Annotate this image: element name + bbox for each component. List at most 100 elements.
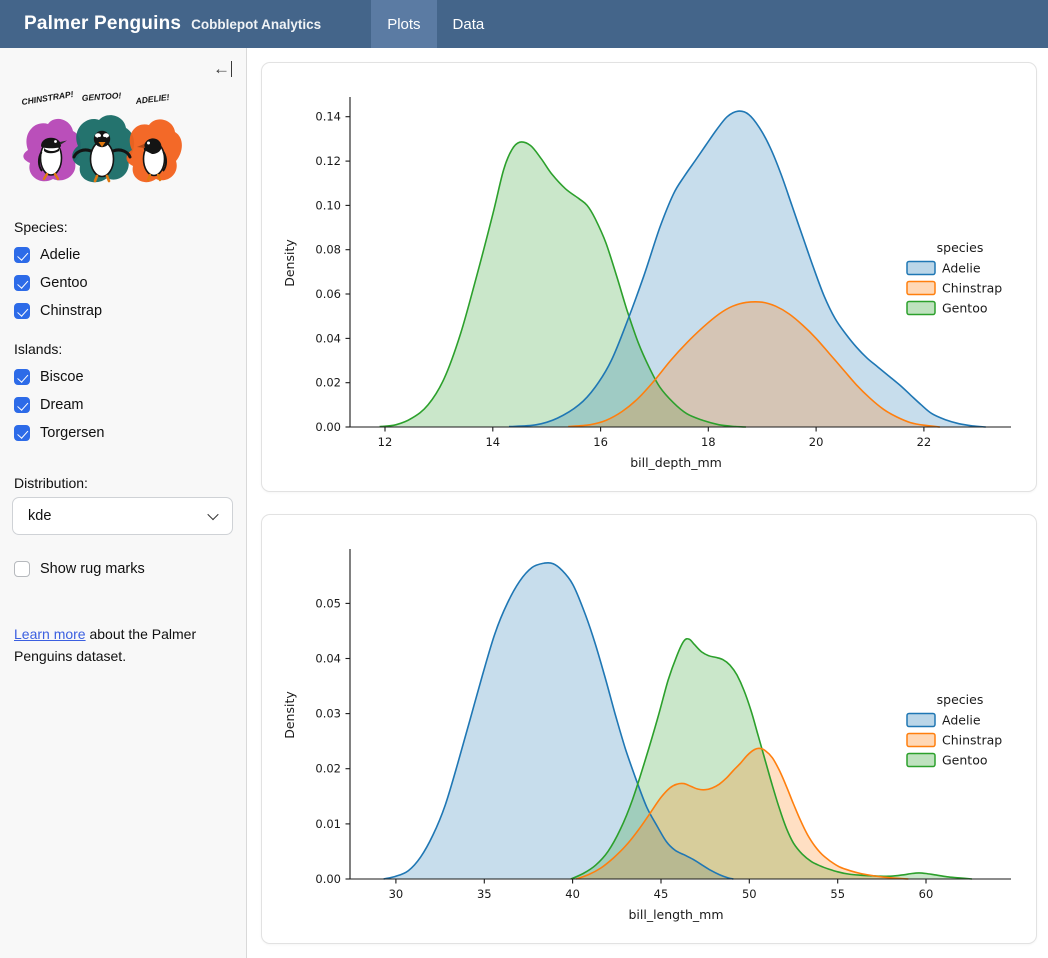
distribution-select-value: kde [28, 508, 51, 524]
checkbox-chinstrap[interactable]: Chinstrap [14, 297, 234, 325]
x-tick-label: 60 [919, 887, 934, 901]
y-tick-label: 0.00 [315, 420, 341, 434]
x-axis-label: bill_depth_mm [630, 455, 722, 470]
y-axis-label: Density [282, 239, 297, 287]
distribution-group: Distribution: kde [12, 475, 234, 535]
tab-plots[interactable]: Plots [371, 0, 436, 48]
legend-swatch-gentoo [907, 302, 935, 315]
islands-label: Islands: [14, 341, 234, 357]
y-tick-label: 0.02 [315, 376, 341, 390]
x-tick-label: 20 [809, 435, 824, 449]
checkbox-label: Adelie [40, 247, 80, 263]
learn-more-link[interactable]: Learn more [14, 626, 86, 642]
y-tick-label: 0.10 [315, 198, 341, 212]
chevron-down-icon [207, 509, 218, 520]
y-tick-label: 0.01 [315, 817, 341, 831]
y-tick-label: 0.06 [315, 287, 341, 301]
navbar: Palmer Penguins Cobblepot Analytics Plot… [0, 0, 1048, 48]
y-tick-label: 0.04 [315, 652, 341, 666]
app-title: Palmer Penguins [24, 13, 181, 35]
checked-checkbox-icon [14, 397, 30, 413]
species-label: Species: [14, 219, 234, 235]
islands-filter-group: Islands: Biscoe Dream Torgersen [12, 341, 234, 447]
penguin-artwork-svg: CHINSTRAP! GENTOO! ADELIE! [14, 88, 186, 198]
x-tick-label: 40 [565, 887, 580, 901]
y-tick-label: 0.14 [315, 110, 341, 124]
y-tick-label: 0.00 [315, 872, 341, 886]
artwork-label-gentoo: GENTOO! [81, 90, 121, 103]
checked-checkbox-icon [14, 303, 30, 319]
legend-label-gentoo: Gentoo [942, 301, 988, 316]
checkbox-label: Gentoo [40, 275, 88, 291]
checkbox-label: Torgersen [40, 425, 104, 441]
checkbox-label: Chinstrap [40, 303, 102, 319]
y-axis-label: Density [282, 691, 297, 739]
y-tick-label: 0.02 [315, 762, 341, 776]
rug-checkbox[interactable]: Show rug marks [14, 555, 234, 583]
unchecked-checkbox-icon [14, 561, 30, 577]
tab-data[interactable]: Data [437, 0, 501, 48]
x-tick-label: 16 [593, 435, 608, 449]
checkbox-label: Biscoe [40, 369, 84, 385]
x-tick-label: 35 [477, 887, 492, 901]
checkbox-label: Dream [40, 397, 84, 413]
plot-card-bill-depth: 1214161820220.000.020.040.060.080.100.12… [261, 62, 1037, 492]
species-checkbox-group: Adelie Gentoo Chinstrap [12, 241, 234, 325]
x-tick-label: 12 [378, 435, 393, 449]
distribution-label: Distribution: [14, 475, 234, 491]
x-tick-label: 18 [701, 435, 716, 449]
legend-swatch-chinstrap [907, 282, 935, 295]
checked-checkbox-icon [14, 369, 30, 385]
legend: species Adelie Chinstrap Gentoo [907, 240, 1002, 316]
artwork-label-adelie: ADELIE! [134, 92, 170, 106]
collapse-arrow-icon: ← [213, 60, 230, 77]
plot-card-bill-length: 303540455055600.000.010.020.030.040.05bi… [261, 514, 1037, 944]
app-subtitle: Cobblepot Analytics [191, 17, 321, 32]
checked-checkbox-icon [14, 275, 30, 291]
x-tick-label: 45 [654, 887, 669, 901]
kde-chart-bill-length: 303540455055600.000.010.020.030.040.05bi… [270, 523, 1027, 935]
checked-checkbox-icon [14, 247, 30, 263]
rug-label: Show rug marks [40, 561, 145, 577]
checkbox-dream[interactable]: Dream [14, 391, 234, 419]
kde-plot-svg: 1214161820220.000.020.040.060.080.100.12… [270, 71, 1027, 483]
x-tick-label: 22 [917, 435, 932, 449]
legend-label-chinstrap: Chinstrap [942, 281, 1002, 296]
checkbox-torgersen[interactable]: Torgersen [14, 419, 234, 447]
kde-chart-bill-depth: 1214161820220.000.020.040.060.080.100.12… [270, 71, 1027, 483]
app-brand: Palmer Penguins Cobblepot Analytics [0, 13, 321, 35]
legend-label-gentoo: Gentoo [942, 753, 988, 768]
islands-checkbox-group: Biscoe Dream Torgersen [12, 363, 234, 447]
legend-title: species [937, 692, 984, 707]
checkbox-biscoe[interactable]: Biscoe [14, 363, 234, 391]
y-tick-label: 0.04 [315, 331, 341, 345]
kde-plot-svg: 303540455055600.000.010.020.030.040.05bi… [270, 523, 1027, 935]
x-tick-label: 30 [389, 887, 404, 901]
x-tick-label: 50 [742, 887, 757, 901]
legend-swatch-chinstrap [907, 734, 935, 747]
checkbox-adelie[interactable]: Adelie [14, 241, 234, 269]
species-filter-group: Species: Adelie Gentoo Chinstrap [12, 219, 234, 325]
legend-swatch-gentoo [907, 754, 935, 767]
y-tick-label: 0.12 [315, 154, 341, 168]
y-tick-label: 0.05 [315, 596, 341, 610]
sidebar-collapse-button[interactable]: ← [213, 60, 232, 77]
page-layout: ← [0, 48, 1048, 958]
checkbox-gentoo[interactable]: Gentoo [14, 269, 234, 297]
checked-checkbox-icon [14, 425, 30, 441]
y-tick-label: 0.08 [315, 243, 341, 257]
legend-swatch-adelie [907, 262, 935, 275]
penguin-artwork: CHINSTRAP! GENTOO! ADELIE! [14, 88, 234, 203]
x-axis-label: bill_length_mm [628, 907, 723, 922]
sidebar: ← [0, 48, 247, 958]
legend-title: species [937, 240, 984, 255]
main-content: 1214161820220.000.020.040.060.080.100.12… [247, 48, 1048, 958]
dataset-note: Learn more about the Palmer Penguins dat… [14, 623, 212, 668]
legend-label-adelie: Adelie [942, 261, 981, 276]
legend-label-adelie: Adelie [942, 713, 981, 728]
x-tick-label: 55 [830, 887, 845, 901]
distribution-select[interactable]: kde [12, 497, 233, 535]
navbar-tabs: PlotsData [371, 0, 500, 48]
legend-swatch-adelie [907, 714, 935, 727]
artwork-label-chinstrap: CHINSTRAP! [21, 89, 75, 107]
